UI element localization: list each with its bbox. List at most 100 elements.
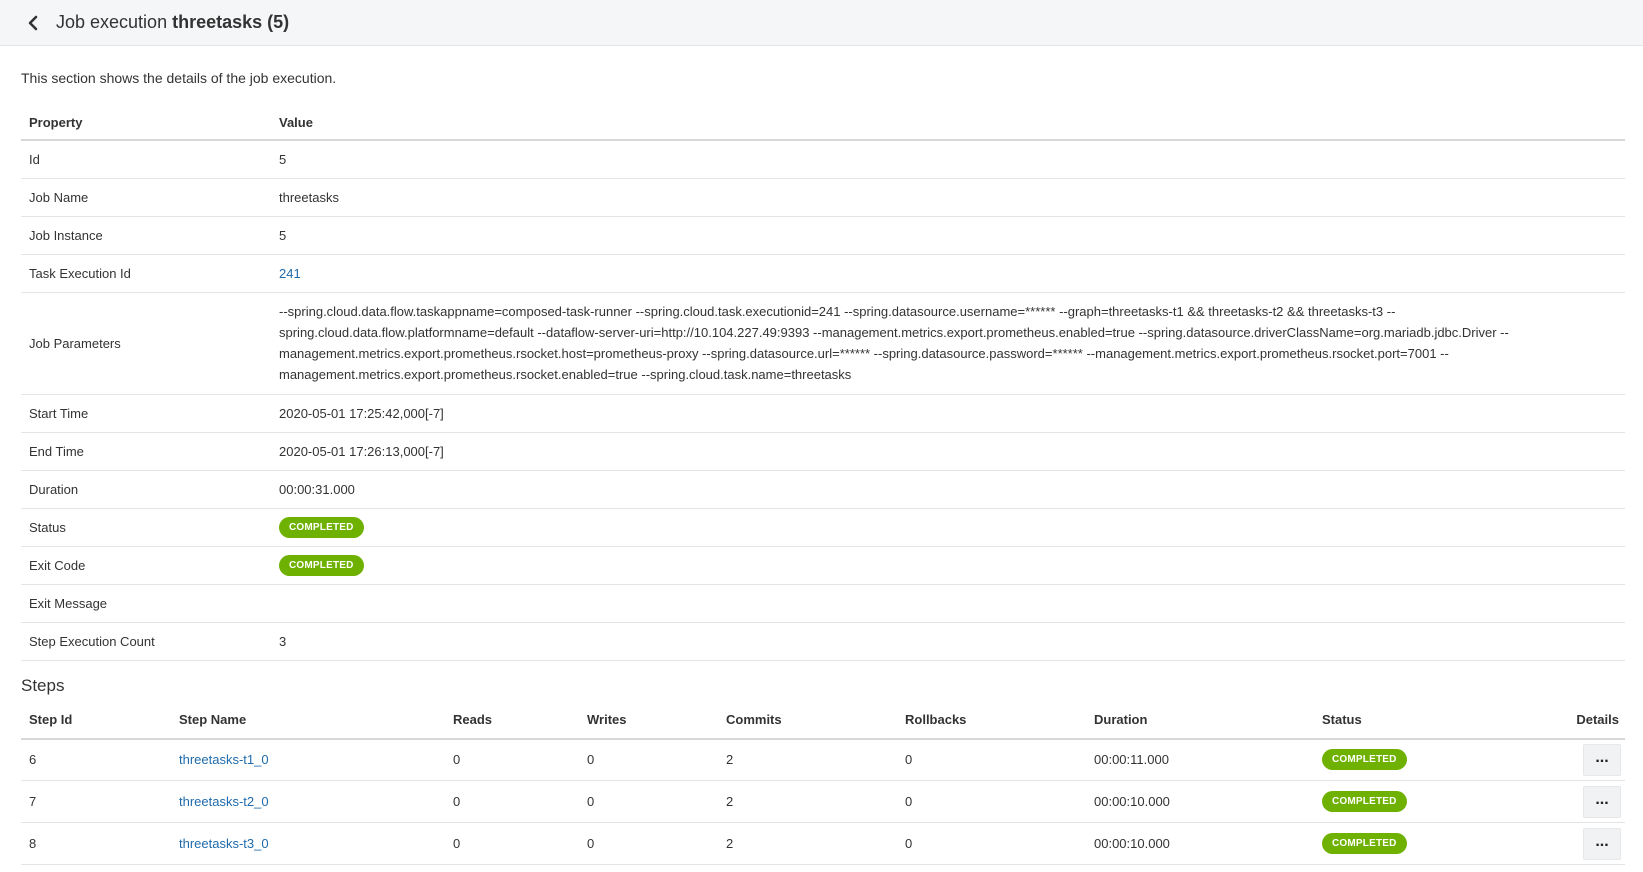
main-content: This section shows the details of the jo…	[0, 68, 1643, 865]
steps-header-row: Step Id Step Name Reads Writes Commits R…	[21, 700, 1625, 740]
property-value: threetasks	[271, 178, 1625, 217]
status-badge: COMPLETED	[1322, 749, 1407, 771]
job-parameters-value: --spring.cloud.data.flow.taskappname=com…	[271, 292, 1625, 395]
property-row-end-time: End Time 2020-05-01 17:26:13,000[-7]	[21, 432, 1625, 471]
table-row: 7 threetasks-t2_0 0 0 2 0 00:00:10.000 C…	[21, 780, 1625, 823]
steps-section-title: Steps	[21, 675, 65, 695]
table-row: 8 threetasks-t3_0 0 0 2 0 00:00:10.000 C…	[21, 822, 1625, 865]
property-column-header: Property	[21, 105, 271, 141]
task-execution-link[interactable]: 241	[279, 266, 301, 281]
property-row-start-time: Start Time 2020-05-01 17:25:42,000[-7]	[21, 394, 1625, 433]
column-header-reads: Reads	[445, 700, 579, 740]
rollbacks-cell: 0	[897, 822, 1086, 865]
status-cell: COMPLETED	[1314, 822, 1545, 865]
step-name-cell: threetasks-t2_0	[171, 780, 445, 823]
step-details-button[interactable]: ...	[1583, 743, 1621, 776]
property-label: Job Parameters	[21, 292, 271, 395]
property-row-task-execution-id: Task Execution Id 241	[21, 254, 1625, 293]
property-label: Status	[21, 508, 271, 547]
property-label: Start Time	[21, 394, 271, 433]
page-title-prefix: Job execution	[56, 12, 168, 32]
rollbacks-cell: 0	[897, 780, 1086, 823]
step-name-cell: threetasks-t3_0	[171, 822, 445, 865]
commits-cell: 2	[718, 780, 897, 823]
column-header-status: Status	[1314, 700, 1545, 740]
details-cell: ...	[1545, 822, 1625, 865]
step-id-cell: 6	[21, 738, 171, 781]
property-row-status: Status COMPLETED	[21, 508, 1625, 547]
column-header-details: Details	[1545, 700, 1625, 740]
step-id-cell: 7	[21, 780, 171, 823]
property-row-job-parameters: Job Parameters --spring.cloud.data.flow.…	[21, 292, 1625, 395]
column-header-step-name: Step Name	[171, 700, 445, 740]
column-header-commits: Commits	[718, 700, 897, 740]
column-header-writes: Writes	[579, 700, 718, 740]
property-value: 5	[271, 140, 1625, 179]
reads-cell: 0	[445, 780, 579, 823]
steps-table: Step Id Step Name Reads Writes Commits R…	[21, 700, 1625, 865]
property-label: Job Name	[21, 178, 271, 217]
rollbacks-cell: 0	[897, 738, 1086, 781]
property-label: Job Instance	[21, 216, 271, 255]
writes-cell: 0	[579, 738, 718, 781]
property-row-job-name: Job Name threetasks	[21, 178, 1625, 217]
status-badge: COMPLETED	[1322, 833, 1407, 854]
writes-cell: 0	[579, 822, 718, 865]
property-row-step-execution-count: Step Execution Count 3	[21, 622, 1625, 661]
property-value: 2020-05-01 17:25:42,000[-7]	[271, 394, 1625, 433]
details-cell: ...	[1545, 780, 1625, 823]
property-label: Task Execution Id	[21, 254, 271, 293]
column-header-step-id: Step Id	[21, 700, 171, 740]
column-header-duration: Duration	[1086, 700, 1314, 740]
property-label: Exit Message	[21, 584, 271, 623]
value-column-header: Value	[271, 105, 1625, 141]
property-label: Duration	[21, 470, 271, 509]
property-label: End Time	[21, 432, 271, 471]
property-row-id: Id 5	[21, 140, 1625, 179]
property-row-exit-code: Exit Code COMPLETED	[21, 546, 1625, 585]
duration-cell: 00:00:10.000	[1086, 780, 1314, 823]
property-value: 3	[271, 622, 1625, 661]
step-name-cell: threetasks-t1_0	[171, 738, 445, 781]
status-badge: COMPLETED	[279, 516, 364, 538]
property-label: Id	[21, 140, 271, 179]
step-name-link[interactable]: threetasks-t3_0	[179, 836, 269, 851]
duration-cell: 00:00:10.000	[1086, 822, 1314, 865]
step-name-link[interactable]: threetasks-t1_0	[179, 752, 269, 767]
status-badge: COMPLETED	[1322, 791, 1407, 812]
property-label: Exit Code	[21, 546, 271, 585]
status-cell: COMPLETED	[1314, 738, 1545, 781]
reads-cell: 0	[445, 738, 579, 781]
properties-table: Property Value Id 5 Job Name threetasks …	[21, 105, 1625, 661]
property-value: 5	[271, 216, 1625, 255]
page-title-count: (5)	[267, 12, 290, 32]
page-header: Job execution threetasks (5)	[0, 0, 1643, 46]
page-title: Job execution threetasks (5)	[56, 12, 289, 33]
status-cell: COMPLETED	[1314, 780, 1545, 823]
column-header-rollbacks: Rollbacks	[897, 700, 1086, 740]
property-value	[271, 584, 1625, 623]
step-details-button[interactable]: ...	[1583, 827, 1621, 860]
property-value: COMPLETED	[271, 546, 1625, 585]
page-title-job-name: threetasks	[172, 12, 263, 32]
property-value: 2020-05-01 17:26:13,000[-7]	[271, 432, 1625, 471]
property-row-job-instance: Job Instance 5	[21, 216, 1625, 255]
property-value: 00:00:31.000	[271, 470, 1625, 509]
chevron-left-icon	[28, 15, 38, 30]
reads-cell: 0	[445, 822, 579, 865]
property-value: COMPLETED	[271, 508, 1625, 547]
exit-code-badge: COMPLETED	[279, 554, 364, 576]
details-cell: ...	[1545, 738, 1625, 781]
step-name-link[interactable]: threetasks-t2_0	[179, 794, 269, 809]
step-details-button[interactable]: ...	[1583, 785, 1621, 818]
back-button[interactable]	[24, 14, 42, 32]
commits-cell: 2	[718, 822, 897, 865]
commits-cell: 2	[718, 738, 897, 781]
table-row: 6 threetasks-t1_0 0 0 2 0 00:00:11.000 C…	[21, 738, 1625, 781]
writes-cell: 0	[579, 780, 718, 823]
property-label: Step Execution Count	[21, 622, 271, 661]
step-id-cell: 8	[21, 822, 171, 865]
property-row-exit-message: Exit Message	[21, 584, 1625, 623]
property-value: 241	[271, 254, 1625, 293]
intro-text: This section shows the details of the jo…	[21, 70, 337, 86]
